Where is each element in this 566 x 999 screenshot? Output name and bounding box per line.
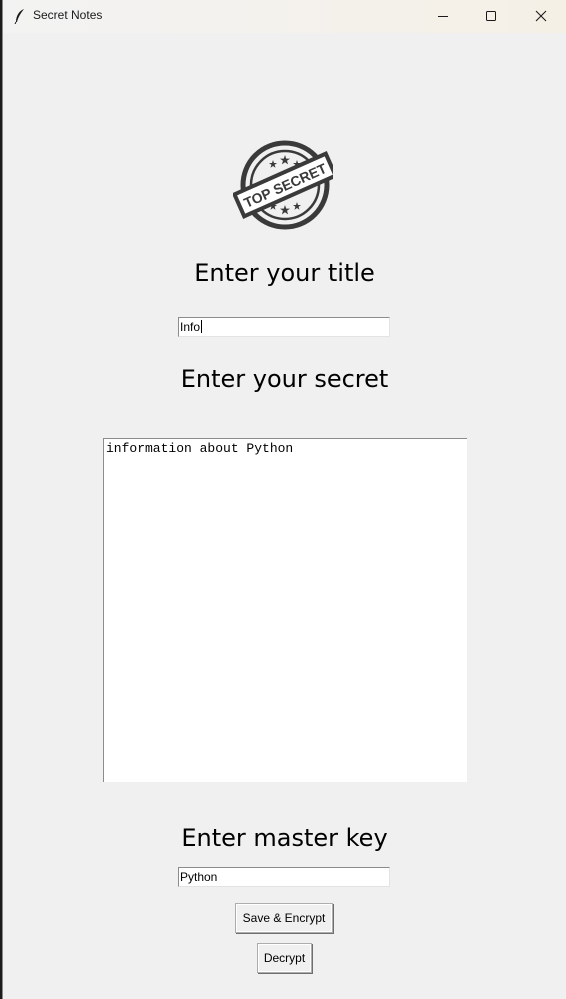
- secret-label: Enter your secret: [180, 365, 389, 393]
- master-key-label: Enter master key: [181, 824, 388, 852]
- close-icon: [535, 7, 547, 26]
- top-secret-stamp-icon: TOP SECRET: [231, 139, 339, 231]
- feather-icon: [13, 8, 27, 25]
- minimize-icon: [437, 7, 449, 26]
- master-key-input-value: Python: [180, 870, 218, 884]
- text-cursor: [201, 320, 203, 333]
- master-key-input[interactable]: Python: [178, 867, 390, 887]
- close-button[interactable]: [518, 0, 564, 33]
- maximize-icon: [485, 7, 497, 26]
- secret-textarea-value: information about Python: [106, 441, 294, 456]
- minimize-button[interactable]: [420, 0, 466, 33]
- client-area: TOP SECRET Enter your title Info Enter y…: [3, 33, 566, 999]
- save-encrypt-button[interactable]: Save & Encrypt: [235, 903, 333, 933]
- title-bar[interactable]: Secret Notes: [3, 0, 566, 33]
- app-window: Secret Notes TOP SECRET Enter your title…: [3, 0, 566, 999]
- title-input-value: Info: [180, 320, 201, 334]
- maximize-button[interactable]: [468, 0, 514, 33]
- window-title: Secret Notes: [33, 8, 103, 22]
- decrypt-button[interactable]: Decrypt: [257, 943, 312, 973]
- title-label: Enter your title: [194, 259, 375, 287]
- title-input[interactable]: Info: [178, 317, 390, 337]
- secret-textarea[interactable]: information about Python: [103, 438, 467, 782]
